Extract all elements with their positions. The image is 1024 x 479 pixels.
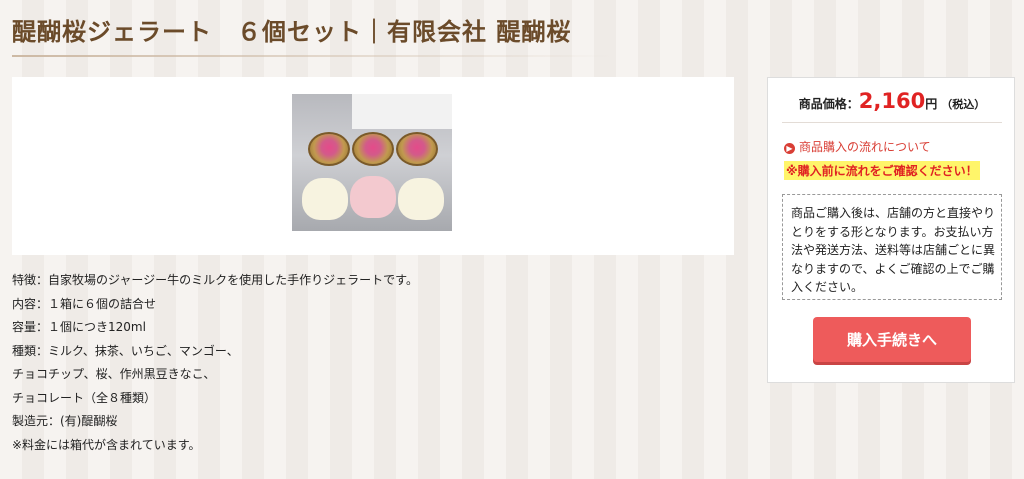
photo-background-box	[352, 94, 452, 129]
desc-note: ※料金には箱代が含まれています。	[12, 437, 201, 452]
desc-contents: 内容：１箱に６個の詰合せ	[12, 296, 157, 311]
product-description: 特徴：自家牧場のジャージー牛のミルクを使用した手作りジェラートです。 内容：１箱…	[12, 269, 734, 457]
desc-types-cont-1: チョコチップ、桜、作州黒豆きなこ、	[12, 367, 216, 381]
gelato-cup-mango	[398, 178, 444, 220]
gelato-cup-milk	[302, 178, 348, 220]
price-row: 商品価格：2,160円 （税込）	[768, 89, 1016, 113]
purchase-flow-link[interactable]: ▶ 商品購入の流れについて	[784, 138, 931, 155]
purchase-flow-link-label: 商品購入の流れについて	[799, 140, 931, 154]
price-divider	[782, 122, 1002, 123]
proceed-to-purchase-button[interactable]: 購入手続きへ	[813, 317, 971, 362]
confirm-warning: ※購入前に流れをご確認ください！	[784, 161, 980, 180]
purchase-sidebar: 商品価格：2,160円 （税込） ▶ 商品購入の流れについて ※購入前に流れをご確認…	[767, 77, 1015, 383]
desc-maker: 製造元：(有)醍醐桜	[12, 414, 118, 428]
circle-arrow-right-icon: ▶	[784, 143, 795, 154]
price-label: 商品価格：	[798, 97, 859, 111]
product-main: 特徴：自家牧場のジャージー牛のミルクを使用した手作りジェラートです。 内容：１箱…	[12, 77, 734, 457]
cup-lid-2	[352, 132, 394, 166]
cup-lid-3	[396, 132, 438, 166]
page-title: 醍醐桜ジェラート ６個セット｜有限会社 醍醐桜	[12, 18, 572, 46]
gelato-cup-strawberry	[350, 176, 396, 218]
price-tax: （税込）	[941, 98, 986, 111]
cup-lid-1	[308, 132, 350, 166]
desc-types: 種類：ミルク、抹茶、いちご、マンゴー、	[12, 343, 239, 358]
desc-volume: 容量：１個につき120ml	[12, 320, 146, 334]
purchase-notice: 商品ご購入後は、店舗の方と直接やりとりをする形となります。お支払い方法や発送方法…	[782, 194, 1002, 300]
price-value: 2,160	[858, 89, 926, 113]
title-divider	[12, 55, 612, 57]
product-image-box	[12, 77, 734, 255]
title-bar: 醍醐桜ジェラート ６個セット｜有限会社 醍醐桜	[0, 0, 1024, 58]
desc-types-cont-2: チョコレート（全８種類）	[12, 390, 157, 405]
desc-feature: 特徴：自家牧場のジャージー牛のミルクを使用した手作りジェラートです。	[12, 273, 418, 287]
price-unit: 円	[925, 97, 938, 111]
product-photo	[292, 94, 452, 231]
